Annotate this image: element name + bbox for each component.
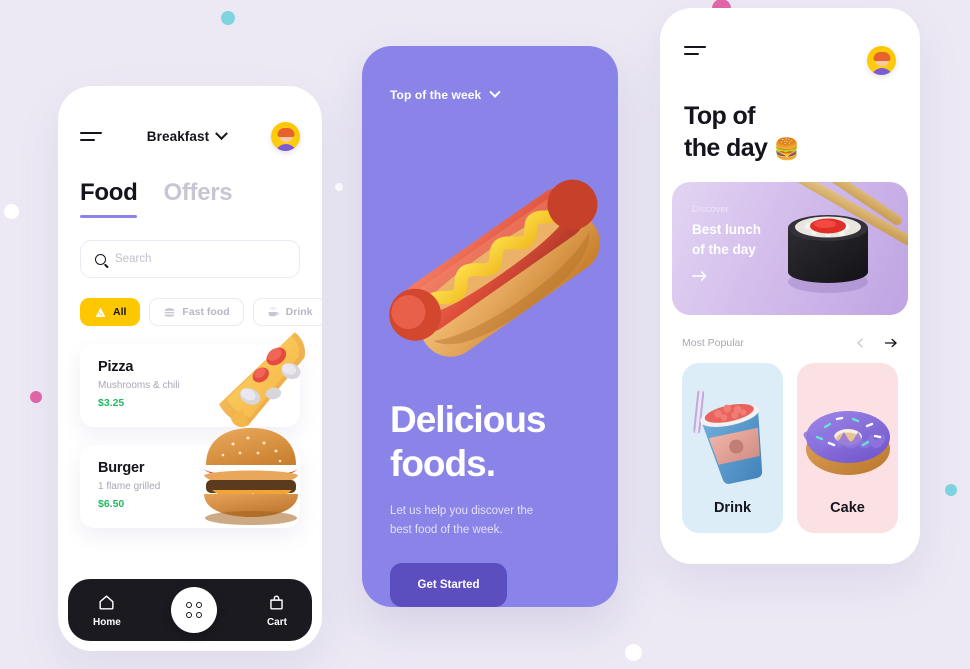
tab-food[interactable]: Food xyxy=(80,179,138,218)
dot-white-left xyxy=(4,204,19,219)
food-card-burger[interactable]: Burger 1 flame grilled $6.50 xyxy=(80,428,300,528)
food-name: Burger xyxy=(98,460,145,476)
food-price: $6.50 xyxy=(98,498,125,510)
hot-cup-icon xyxy=(268,306,279,316)
home-icon xyxy=(99,594,114,610)
tab-offers[interactable]: Offers xyxy=(163,179,232,207)
nav-item-home[interactable]: Home xyxy=(93,593,121,628)
popular-card-cake[interactable]: Cake xyxy=(797,363,898,533)
mid-copy-block: Delicious foods. Let us help you discove… xyxy=(390,398,594,607)
most-popular-header: Most Popular xyxy=(660,315,920,349)
food-desc: 1 flame grilled xyxy=(98,481,161,492)
page-title-line2-wrap: the day 🍔 xyxy=(684,133,896,165)
chevron-down-icon xyxy=(489,86,501,98)
carousel-prev-icon[interactable] xyxy=(856,337,870,349)
right-phone-screen: Top of the day 🍔 Discover Best lunch of … xyxy=(660,8,920,564)
search-input[interactable]: Search xyxy=(80,240,300,278)
dot-white-bottom xyxy=(625,644,642,661)
avatar-hair xyxy=(873,51,890,61)
promo-title: Best lunch of the day xyxy=(692,220,761,259)
sushi-chopsticks-3d-image xyxy=(775,182,908,293)
meal-type-dropdown[interactable]: Breakfast xyxy=(146,127,229,144)
chip-drink[interactable]: Drink xyxy=(252,298,322,326)
nav-cart-label: Cart xyxy=(266,616,287,628)
burger-emoji-icon: 🍔 xyxy=(773,137,800,161)
mid-heading-line2: foods. xyxy=(390,442,496,484)
right-top-bar xyxy=(660,8,920,75)
avatar-body xyxy=(870,68,893,75)
content-tabs: Food Offers xyxy=(58,151,322,218)
search-icon xyxy=(95,253,106,265)
nav-item-cart[interactable]: Cart xyxy=(267,593,287,628)
page-title: Top of the day 🍔 xyxy=(660,75,920,164)
hotdog-3d-image xyxy=(389,179,600,357)
promo-banner[interactable]: Discover Best lunch of the day xyxy=(672,182,908,315)
dot-cyan-right xyxy=(945,484,957,496)
mid-heading: Delicious foods. xyxy=(390,398,594,485)
mid-subtitle: Let us help you discover the best food o… xyxy=(390,502,594,539)
promo-title-line1: Best lunch xyxy=(692,222,762,237)
popular-card-label: Drink xyxy=(713,500,752,516)
food-name: Pizza xyxy=(98,359,134,375)
avatar[interactable] xyxy=(271,122,300,151)
avatar-body xyxy=(274,144,297,151)
week-dropdown[interactable]: Top of the week xyxy=(362,46,618,102)
mid-subtitle-line1: Let us help you discover the xyxy=(390,505,534,518)
mid-promo-screen: Top of the week Delicious foods. Let us … xyxy=(362,46,618,607)
dot-cyan-top xyxy=(221,11,235,25)
pizza-icon xyxy=(95,307,106,317)
chip-all[interactable]: All xyxy=(80,298,141,326)
promo-arrow-right-icon[interactable] xyxy=(692,270,708,282)
most-popular-cards: Drink Cake xyxy=(660,349,920,533)
promo-kicker: Discover xyxy=(692,204,729,215)
chip-fast-food-label: Fast food xyxy=(182,306,230,318)
week-dropdown-label: Top of the week xyxy=(390,88,482,102)
category-filter-chips: All Fast food Drink xyxy=(58,278,322,326)
mid-subtitle-line2: best food of the week. xyxy=(390,523,503,536)
nav-home-label: Home xyxy=(93,616,121,628)
popular-card-drink[interactable]: Drink xyxy=(682,363,783,533)
food-card-pizza[interactable]: Pizza Mushrooms & chili $3.25 xyxy=(80,332,306,428)
popular-card-label: Cake xyxy=(830,500,865,516)
search-placeholder: Search xyxy=(115,253,152,265)
get-started-button[interactable]: Get Started xyxy=(390,562,507,607)
donut-3d-image xyxy=(803,411,890,475)
avatar-hair xyxy=(277,127,294,137)
meal-type-label: Breakfast xyxy=(146,129,210,144)
dot-white-small xyxy=(335,183,343,191)
tab-offers-label: Offers xyxy=(163,179,233,206)
avatar[interactable] xyxy=(867,46,896,75)
carousel-next-icon[interactable] xyxy=(884,337,898,349)
most-popular-label: Most Popular xyxy=(682,337,744,349)
chip-all-label: All xyxy=(113,306,127,318)
app-canvas: Breakfast Food Offers Search All Fast fo… xyxy=(0,0,970,669)
menu-icon[interactable] xyxy=(80,132,102,141)
grid-icon xyxy=(185,602,202,618)
mid-heading-line1: Delicious xyxy=(390,399,547,440)
burger-icon xyxy=(165,307,175,317)
burger-3d-image xyxy=(202,428,300,525)
tab-food-label: Food xyxy=(80,179,138,206)
food-price: $3.25 xyxy=(98,397,125,409)
left-phone-screen: Breakfast Food Offers Search All Fast fo… xyxy=(58,86,322,651)
bag-icon xyxy=(270,594,284,610)
chip-drink-label: Drink xyxy=(285,306,313,318)
chip-fast-food[interactable]: Fast food xyxy=(149,298,244,326)
bottom-navigation: Home Cart xyxy=(68,579,312,641)
promo-title-line2: of the day xyxy=(692,241,756,257)
drink-cup-3d-image xyxy=(692,389,762,484)
page-title-line1: Top of xyxy=(684,102,756,130)
dot-pink-left xyxy=(30,391,42,403)
left-top-bar: Breakfast xyxy=(58,86,322,151)
menu-icon[interactable] xyxy=(684,46,706,55)
chevron-down-icon xyxy=(215,127,229,141)
nav-item-grid[interactable] xyxy=(170,587,217,633)
carousel-controls xyxy=(856,337,898,349)
page-title-line2: the day xyxy=(684,133,768,162)
food-desc: Mushrooms & chili xyxy=(98,380,180,391)
